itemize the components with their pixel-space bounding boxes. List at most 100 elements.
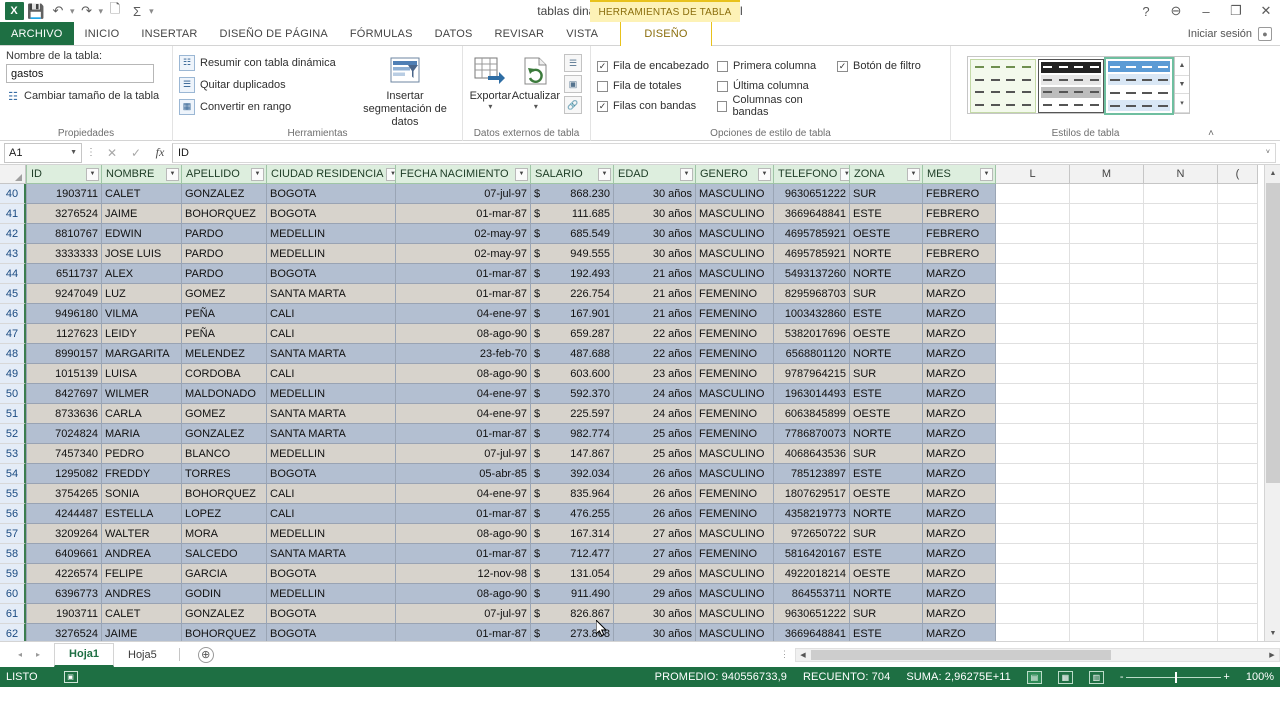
- cell-nombre[interactable]: ANDRES: [102, 584, 182, 604]
- empty-cell[interactable]: [1070, 324, 1144, 344]
- cell-edad[interactable]: 30 años: [614, 244, 696, 264]
- cell-salario[interactable]: $911.490: [531, 584, 614, 604]
- empty-cell[interactable]: [1218, 184, 1258, 204]
- empty-cell[interactable]: [1144, 404, 1218, 424]
- empty-cell[interactable]: [1070, 504, 1144, 524]
- cell-zona[interactable]: SUR: [850, 364, 923, 384]
- cell-id[interactable]: 1903711: [26, 184, 102, 204]
- cell-id[interactable]: 8733636: [26, 404, 102, 424]
- empty-cell[interactable]: [1070, 204, 1144, 224]
- sheet-nav-arrows[interactable]: ◂ ▸: [0, 650, 54, 659]
- horizontal-scroll-thumb[interactable]: [811, 649, 1111, 660]
- name-box[interactable]: A1 ▼: [4, 142, 82, 163]
- row-header[interactable]: 49: [0, 364, 26, 384]
- table-header-fecha[interactable]: FECHA NACIMIENTO ▼: [396, 165, 531, 184]
- cell-apellido[interactable]: PEÑA: [182, 304, 267, 324]
- cell-id[interactable]: 9247049: [26, 284, 102, 304]
- undo-dropdown-icon[interactable]: ▾: [70, 6, 75, 17]
- cell-edad[interactable]: 24 años: [614, 404, 696, 424]
- cell-id[interactable]: 3754265: [26, 484, 102, 504]
- vertical-scroll-thumb[interactable]: [1266, 183, 1280, 483]
- cell-telefono[interactable]: 3669648841: [774, 204, 850, 224]
- cell-mes[interactable]: FEBRERO: [923, 204, 996, 224]
- cell-zona[interactable]: ESTE: [850, 464, 923, 484]
- cell-salario[interactable]: $147.867: [531, 444, 614, 464]
- cell-edad[interactable]: 23 años: [614, 364, 696, 384]
- cell-salario[interactable]: $167.901: [531, 304, 614, 324]
- cell-edad[interactable]: 27 años: [614, 524, 696, 544]
- empty-cell[interactable]: [996, 304, 1070, 324]
- spreadsheet-grid[interactable]: ID ▼ NOMBRE ▼ APELLIDO ▼ CIUDAD RESIDENCIA ▼…: [0, 165, 1280, 641]
- empty-cell[interactable]: [1070, 424, 1144, 444]
- cell-id[interactable]: 6409661: [26, 544, 102, 564]
- cell-genero[interactable]: FEMENINO: [696, 504, 774, 524]
- cell-zona[interactable]: OESTE: [850, 324, 923, 344]
- cell-ciudad[interactable]: CALI: [267, 504, 396, 524]
- cell-apellido[interactable]: GONZALEZ: [182, 604, 267, 624]
- column-header-n[interactable]: N: [1144, 165, 1218, 184]
- cell-salario[interactable]: $603.600: [531, 364, 614, 384]
- empty-cell[interactable]: [996, 244, 1070, 264]
- cell-edad[interactable]: 30 años: [614, 624, 696, 641]
- cell-zona[interactable]: SUR: [850, 524, 923, 544]
- cell-zona[interactable]: NORTE: [850, 264, 923, 284]
- filter-button-icon[interactable]: ▼: [386, 167, 395, 181]
- minimize-button[interactable]: –: [1196, 4, 1216, 19]
- cell-nombre[interactable]: CALET: [102, 604, 182, 624]
- empty-cell[interactable]: [1218, 544, 1258, 564]
- cell-edad[interactable]: 30 años: [614, 204, 696, 224]
- empty-cell[interactable]: [996, 284, 1070, 304]
- cell-ciudad[interactable]: BOGOTA: [267, 464, 396, 484]
- cell-zona[interactable]: NORTE: [850, 424, 923, 444]
- empty-cell[interactable]: [1070, 484, 1144, 504]
- row-header[interactable]: 45: [0, 284, 26, 304]
- table-name-input[interactable]: [6, 64, 154, 83]
- check-primera-columna[interactable]: Primera columna: [717, 60, 835, 72]
- cell-ciudad[interactable]: BOGOTA: [267, 264, 396, 284]
- cell-nombre[interactable]: MARIA: [102, 424, 182, 444]
- cell-fecha[interactable]: 23-feb-70: [396, 344, 531, 364]
- empty-cell[interactable]: [1144, 204, 1218, 224]
- tab-diseno-de-pagina[interactable]: DISEÑO DE PÁGINA: [209, 22, 339, 45]
- convert-to-range-button[interactable]: ▦ Convertir en rango: [179, 97, 359, 116]
- empty-cell[interactable]: [1070, 224, 1144, 244]
- cell-zona[interactable]: NORTE: [850, 344, 923, 364]
- cell-telefono[interactable]: 785123897: [774, 464, 850, 484]
- empty-cell[interactable]: [1144, 424, 1218, 444]
- cell-telefono[interactable]: 4695785921: [774, 244, 850, 264]
- save-icon[interactable]: 💾: [26, 2, 46, 21]
- cell-mes[interactable]: MARZO: [923, 444, 996, 464]
- empty-cell[interactable]: [1070, 244, 1144, 264]
- empty-cell[interactable]: [996, 484, 1070, 504]
- cell-telefono[interactable]: 972650722: [774, 524, 850, 544]
- empty-cell[interactable]: [996, 424, 1070, 444]
- cell-genero[interactable]: MASCULINO: [696, 244, 774, 264]
- cell-edad[interactable]: 22 años: [614, 324, 696, 344]
- table-header-ciudad[interactable]: CIUDAD RESIDENCIA ▼: [267, 165, 396, 184]
- empty-cell[interactable]: [1218, 604, 1258, 624]
- table-style-dark[interactable]: [1038, 59, 1104, 113]
- cell-ciudad[interactable]: BOGOTA: [267, 564, 396, 584]
- cell-ciudad[interactable]: SANTA MARTA: [267, 284, 396, 304]
- empty-cell[interactable]: [996, 224, 1070, 244]
- cell-apellido[interactable]: GONZALEZ: [182, 184, 267, 204]
- cell-edad[interactable]: 29 años: [614, 584, 696, 604]
- empty-cell[interactable]: [1070, 264, 1144, 284]
- cell-fecha[interactable]: 08-ago-90: [396, 324, 531, 344]
- table-row[interactable]: 50 8427697 WILMER MALDONADO MEDELLIN 04-ene-9…: [0, 384, 1280, 404]
- cell-zona[interactable]: NORTE: [850, 504, 923, 524]
- cell-genero[interactable]: MASCULINO: [696, 564, 774, 584]
- empty-cell[interactable]: [1218, 464, 1258, 484]
- cell-apellido[interactable]: GOMEZ: [182, 284, 267, 304]
- cell-apellido[interactable]: PEÑA: [182, 324, 267, 344]
- row-header[interactable]: 62: [0, 624, 26, 641]
- normal-view-icon[interactable]: ▤: [1026, 670, 1042, 684]
- export-dropdown-icon[interactable]: ▾: [488, 103, 492, 111]
- cell-ciudad[interactable]: BOGOTA: [267, 204, 396, 224]
- empty-cell[interactable]: [1218, 324, 1258, 344]
- connection-properties-icon[interactable]: ☰: [564, 54, 582, 72]
- cell-mes[interactable]: MARZO: [923, 484, 996, 504]
- empty-cell[interactable]: [1218, 504, 1258, 524]
- cell-fecha[interactable]: 07-jul-97: [396, 604, 531, 624]
- check-fila-de-encabezado[interactable]: ✓ Fila de encabezado: [597, 60, 715, 72]
